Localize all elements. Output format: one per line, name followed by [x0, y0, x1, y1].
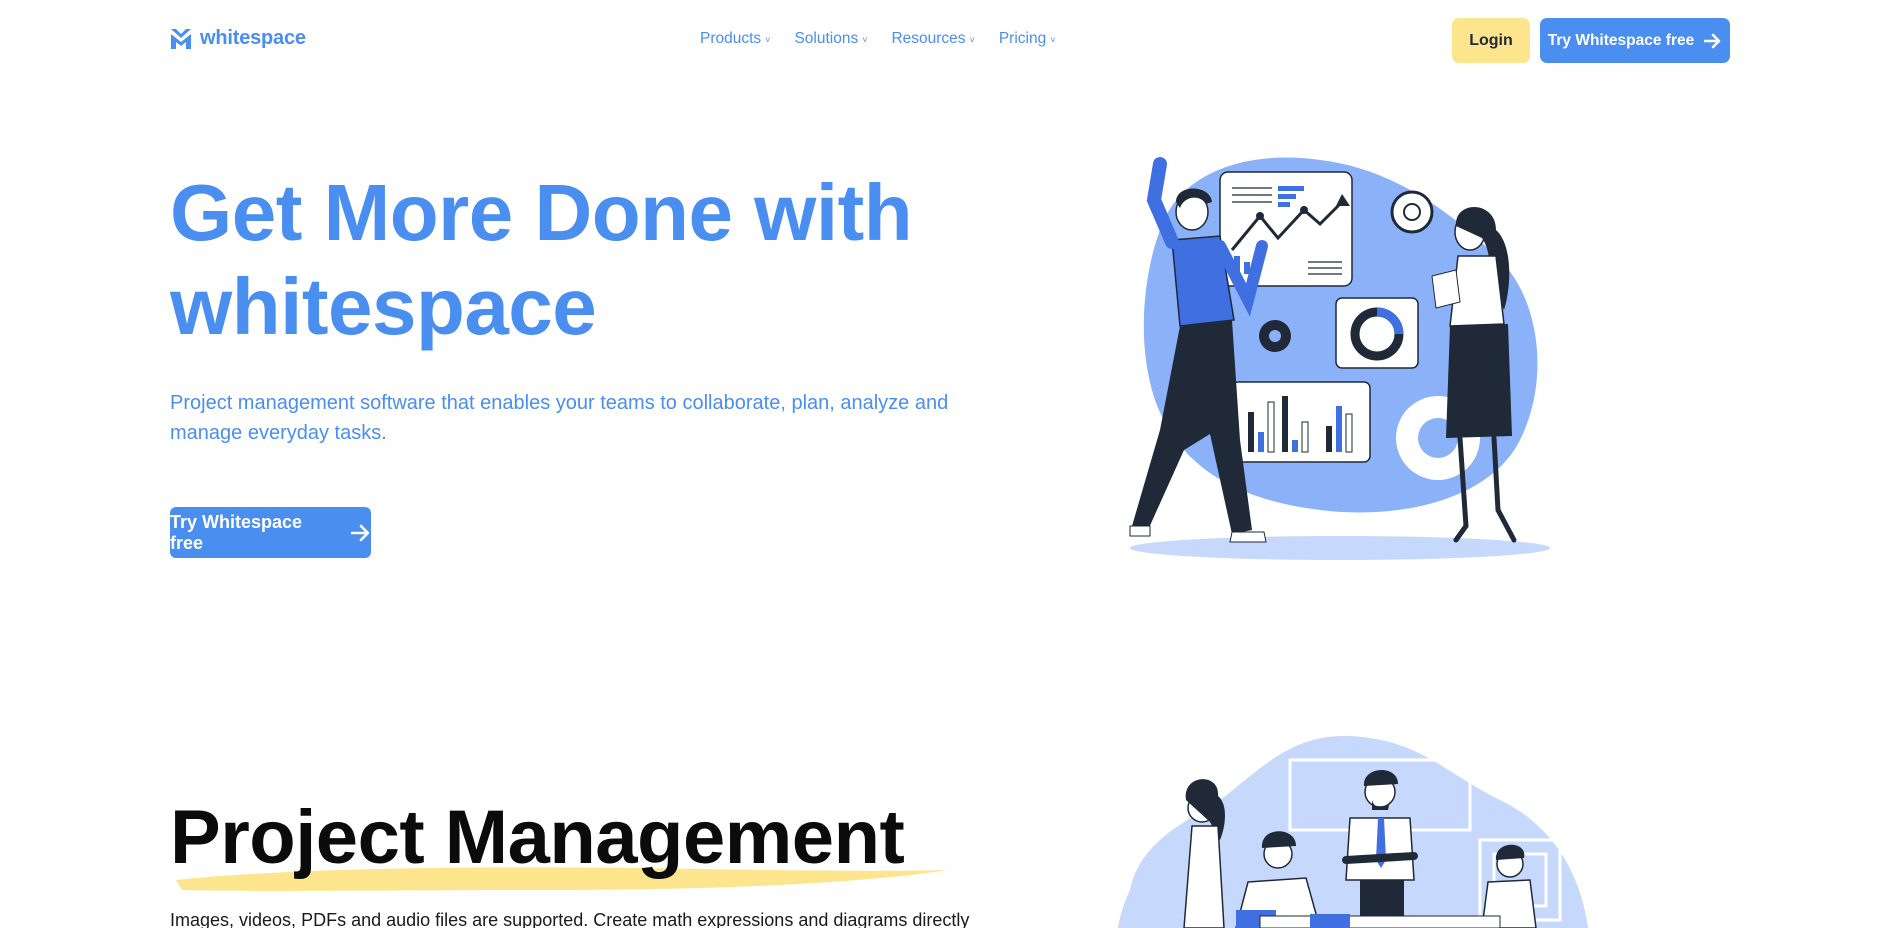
section-title-project-management: Project Management	[170, 795, 905, 880]
chevron-down-icon: ˅	[969, 35, 975, 45]
top-navbar: whitespace Products ˅ Solutions ˅ Resour…	[0, 0, 1898, 82]
nav-item-solutions[interactable]: Solutions ˅	[794, 30, 867, 48]
chevron-down-icon: ˅	[765, 35, 771, 45]
hero-subtitle: Project management software that enables…	[170, 392, 949, 444]
nav-item-label: Products	[700, 30, 762, 47]
login-button[interactable]: Login	[1452, 18, 1530, 63]
nav-item-products[interactable]: Products ˅	[700, 30, 770, 48]
nav-item-label: Resources	[891, 30, 966, 47]
brand-logo[interactable]: whitespace	[170, 27, 306, 50]
nav-item-label: Pricing	[998, 30, 1047, 47]
arrow-right-icon	[351, 524, 370, 541]
main-menu: Products ˅ Solutions ˅ Resources ˅ Prici…	[700, 30, 1055, 48]
hero-title: Get More Done with whitespace	[170, 168, 913, 351]
brand-name: whitespace	[200, 27, 306, 49]
team-analytics-illustration	[1129, 157, 1550, 560]
hero-cta-label: Try Whitespace free	[170, 511, 303, 553]
try-free-label: Try Whitespace free	[1547, 31, 1695, 49]
nav-item-resources[interactable]: Resources ˅	[891, 30, 974, 48]
chevron-down-icon: ˅	[1050, 35, 1056, 45]
login-label: Login	[1469, 31, 1513, 49]
chevron-down-icon: ˅	[862, 35, 868, 45]
team-meeting-illustration	[1118, 735, 1588, 928]
arrow-right-icon	[1704, 33, 1721, 48]
nav-item-pricing[interactable]: Pricing ˅	[999, 30, 1056, 48]
nav-item-label: Solutions	[794, 30, 859, 47]
try-free-nav-button[interactable]: Try Whitespace free	[1540, 18, 1730, 63]
try-free-hero-button[interactable]: Try Whitespace free	[170, 507, 371, 558]
whitespace-logo-icon	[171, 28, 191, 49]
section-description: Images, videos, PDFs and audio files are…	[170, 910, 970, 928]
